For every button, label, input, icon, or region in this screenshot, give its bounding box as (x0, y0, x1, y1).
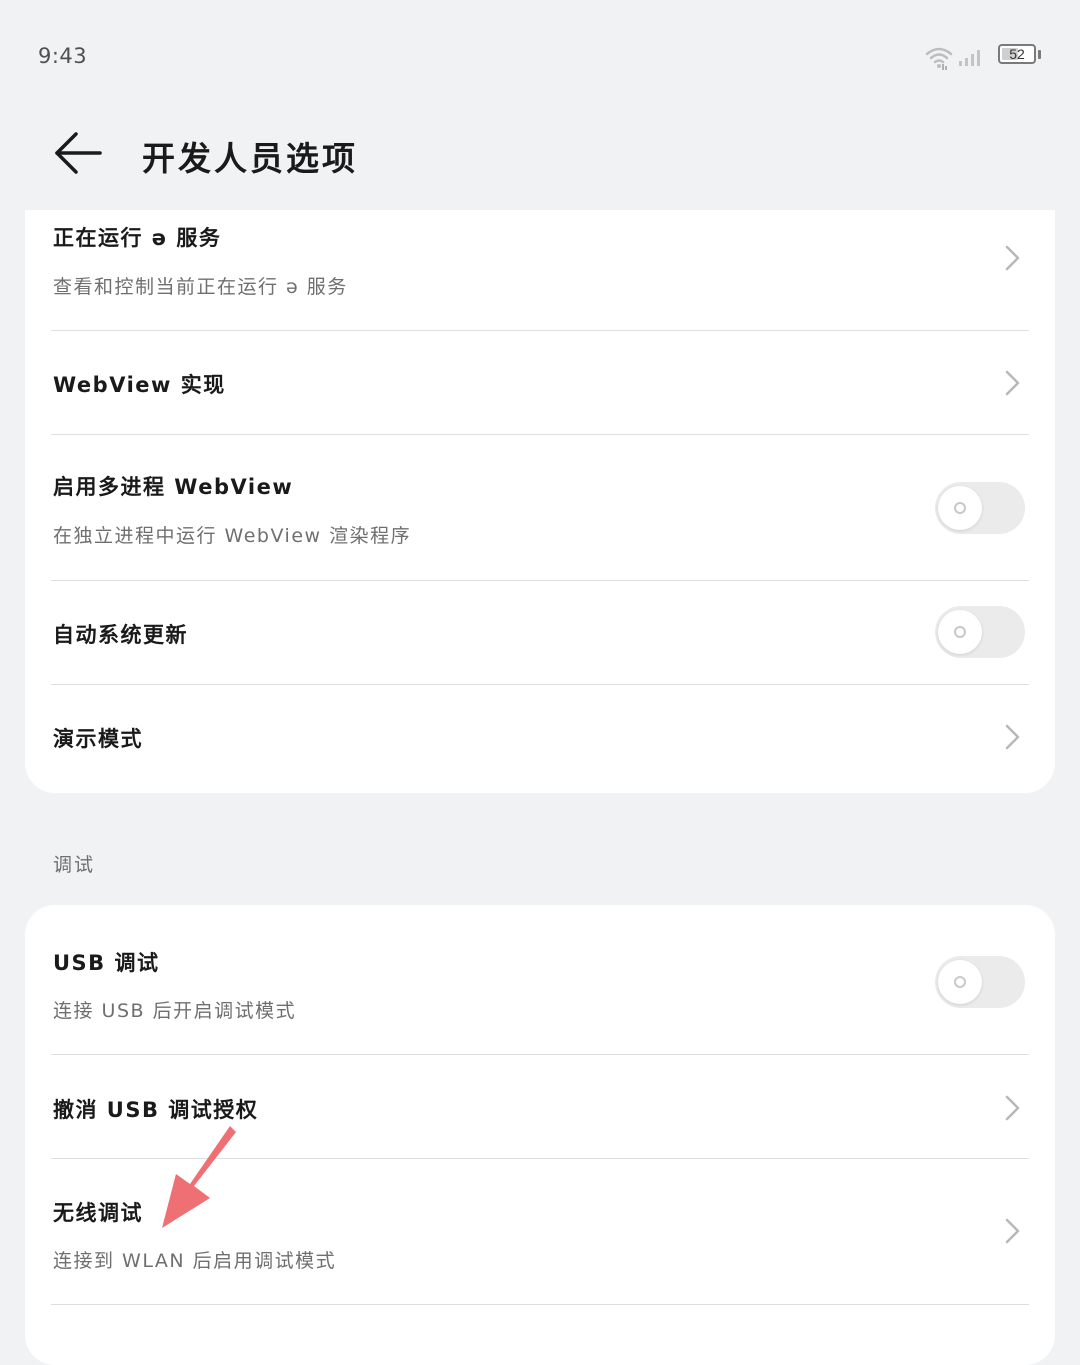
arrow-left-icon (55, 132, 102, 174)
toggle-dot (954, 976, 966, 988)
battery-tip (1038, 50, 1041, 59)
row-title: USB 调试 (53, 951, 160, 975)
row-demo-mode[interactable]: 演示模式 (25, 685, 1055, 793)
multiprocess-webview-toggle[interactable] (935, 482, 1025, 534)
battery-level: 52 (1009, 46, 1025, 62)
status-icons: 52 (924, 40, 1044, 72)
toggle-dot (954, 502, 966, 514)
chevron-right-icon (1005, 1218, 1020, 1244)
row-webview-implementation[interactable]: WebView 实现 (25, 331, 1055, 434)
row-usb-debugging: USB 调试 连接 USB 后开启调试模式 (25, 905, 1055, 1054)
row-running-services[interactable]: 正在运行 ə 服务 查看和控制当前正在运行 ə 服务 (25, 210, 1055, 330)
row-subtitle: 连接到 WLAN 后启用调试模式 (53, 1250, 337, 1272)
row-title: WebView 实现 (53, 373, 226, 397)
header: 开发人员选项 (0, 110, 1080, 210)
back-button[interactable] (50, 128, 110, 178)
page-title: 开发人员选项 (142, 139, 358, 178)
row-title: 正在运行 ə 服务 (53, 226, 222, 250)
usb-debugging-toggle[interactable] (935, 956, 1025, 1008)
settings-card-top: 正在运行 ə 服务 查看和控制当前正在运行 ə 服务 WebView 实现 启用… (25, 210, 1055, 793)
divider (51, 1304, 1029, 1305)
chevron-right-icon (1005, 1095, 1020, 1121)
chevron-right-icon (1005, 370, 1020, 396)
section-label-debug: 调试 (53, 854, 96, 876)
row-title: 启用多进程 WebView (53, 475, 294, 499)
toggle-knob (938, 486, 982, 530)
row-subtitle: 在独立进程中运行 WebView 渲染程序 (53, 525, 412, 547)
toggle-knob (938, 610, 982, 654)
row-title: 演示模式 (53, 727, 143, 751)
chevron-right-icon (1005, 724, 1020, 750)
row-subtitle: 查看和控制当前正在运行 ə 服务 (53, 276, 348, 298)
toggle-knob (938, 960, 982, 1004)
signal-icon (959, 50, 980, 66)
battery-icon: 52 (998, 44, 1042, 68)
row-auto-system-update: 自动系统更新 (25, 581, 1055, 684)
annotation-arrow-icon (162, 1126, 236, 1228)
row-title: 自动系统更新 (53, 623, 188, 647)
status-bar: 9:43 52 (0, 0, 1080, 110)
row-subtitle: 连接 USB 后开启调试模式 (53, 1000, 297, 1022)
chevron-right-icon (1005, 245, 1020, 271)
row-multiprocess-webview: 启用多进程 WebView 在独立进程中运行 WebView 渲染程序 (25, 435, 1055, 580)
auto-system-update-toggle[interactable] (935, 606, 1025, 658)
row-title: 无线调试 (53, 1201, 143, 1225)
wifi-icon (925, 47, 953, 70)
status-time: 9:43 (38, 44, 88, 68)
toggle-dot (954, 626, 966, 638)
